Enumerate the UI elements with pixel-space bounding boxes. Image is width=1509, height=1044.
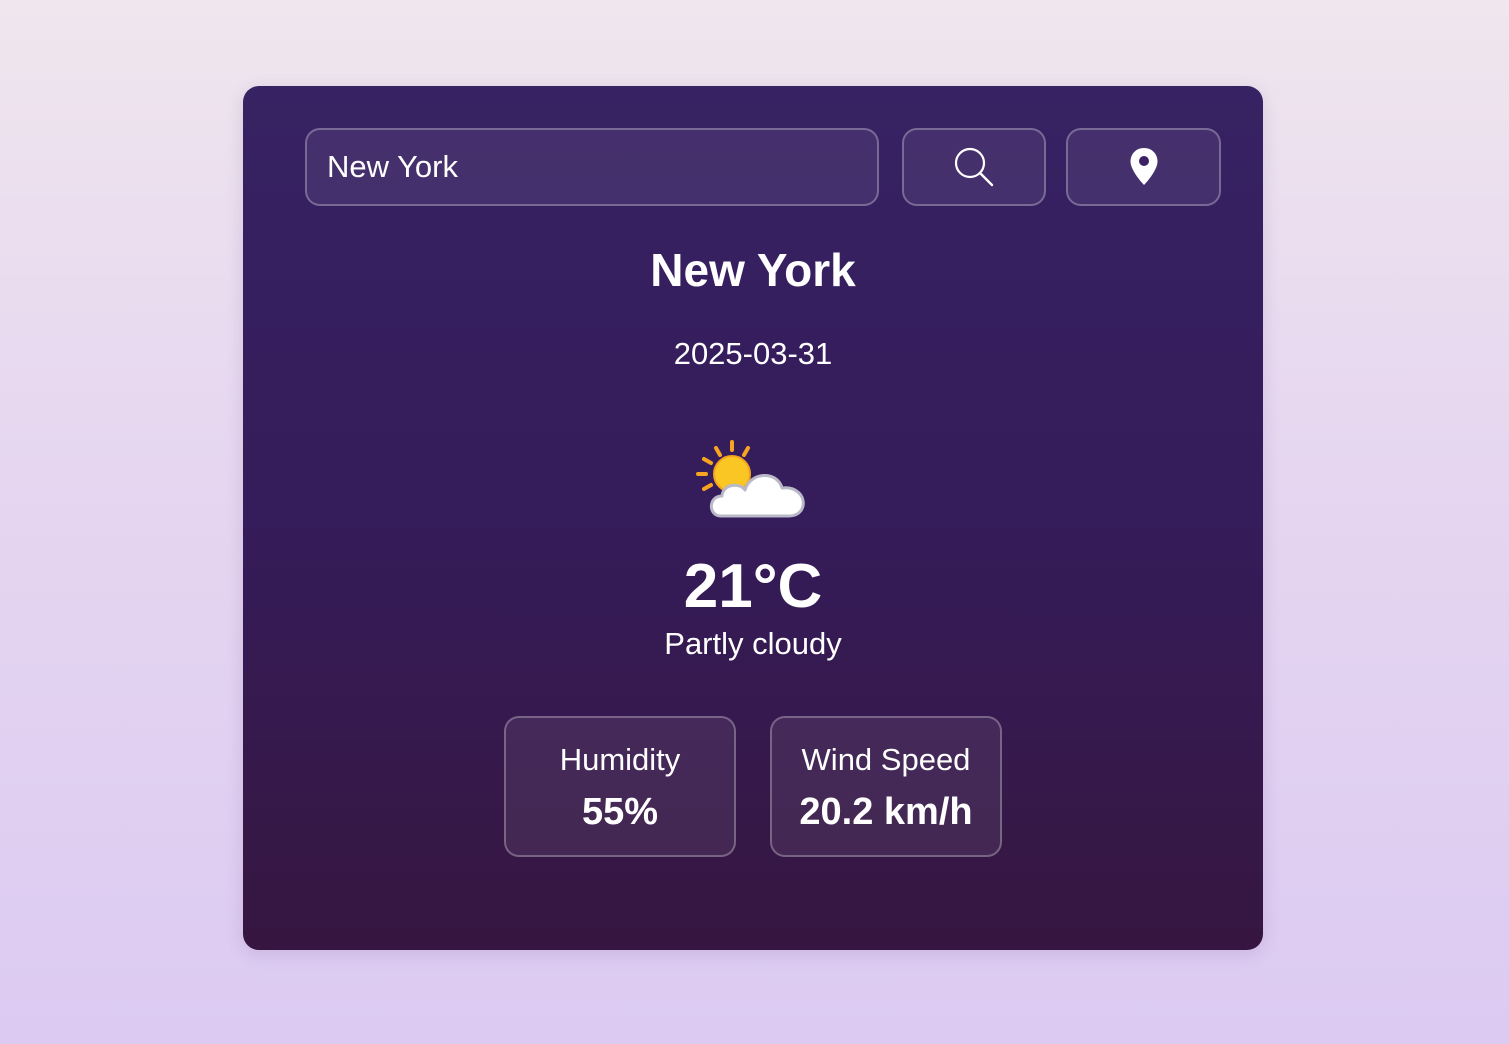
humidity-value: 55%: [581, 791, 659, 833]
forecast-date: 2025-03-31: [673, 336, 833, 371]
map-pin-icon: [1130, 148, 1157, 185]
search-button[interactable]: [902, 128, 1046, 206]
weather-description: Partly cloudy: [664, 626, 842, 661]
temperature: 21°C: [683, 552, 823, 621]
partly-cloudy-icon: [696, 440, 805, 518]
weather-card: New York 2025-03-31 21°C Partly cloudy H…: [243, 86, 1263, 950]
wind-speed-value: 20.2 km/h: [799, 791, 973, 833]
current-location-button[interactable]: [1066, 128, 1221, 206]
city-search-input[interactable]: [305, 128, 879, 206]
wind-speed-card: Wind Speed 20.2 km/h: [770, 716, 1002, 857]
humidity-card: Humidity 55%: [504, 716, 736, 857]
wind-speed-label: Wind Speed: [801, 742, 971, 777]
search-icon: [954, 147, 994, 187]
humidity-label: Humidity: [559, 742, 681, 777]
city-name: New York: [650, 244, 856, 296]
